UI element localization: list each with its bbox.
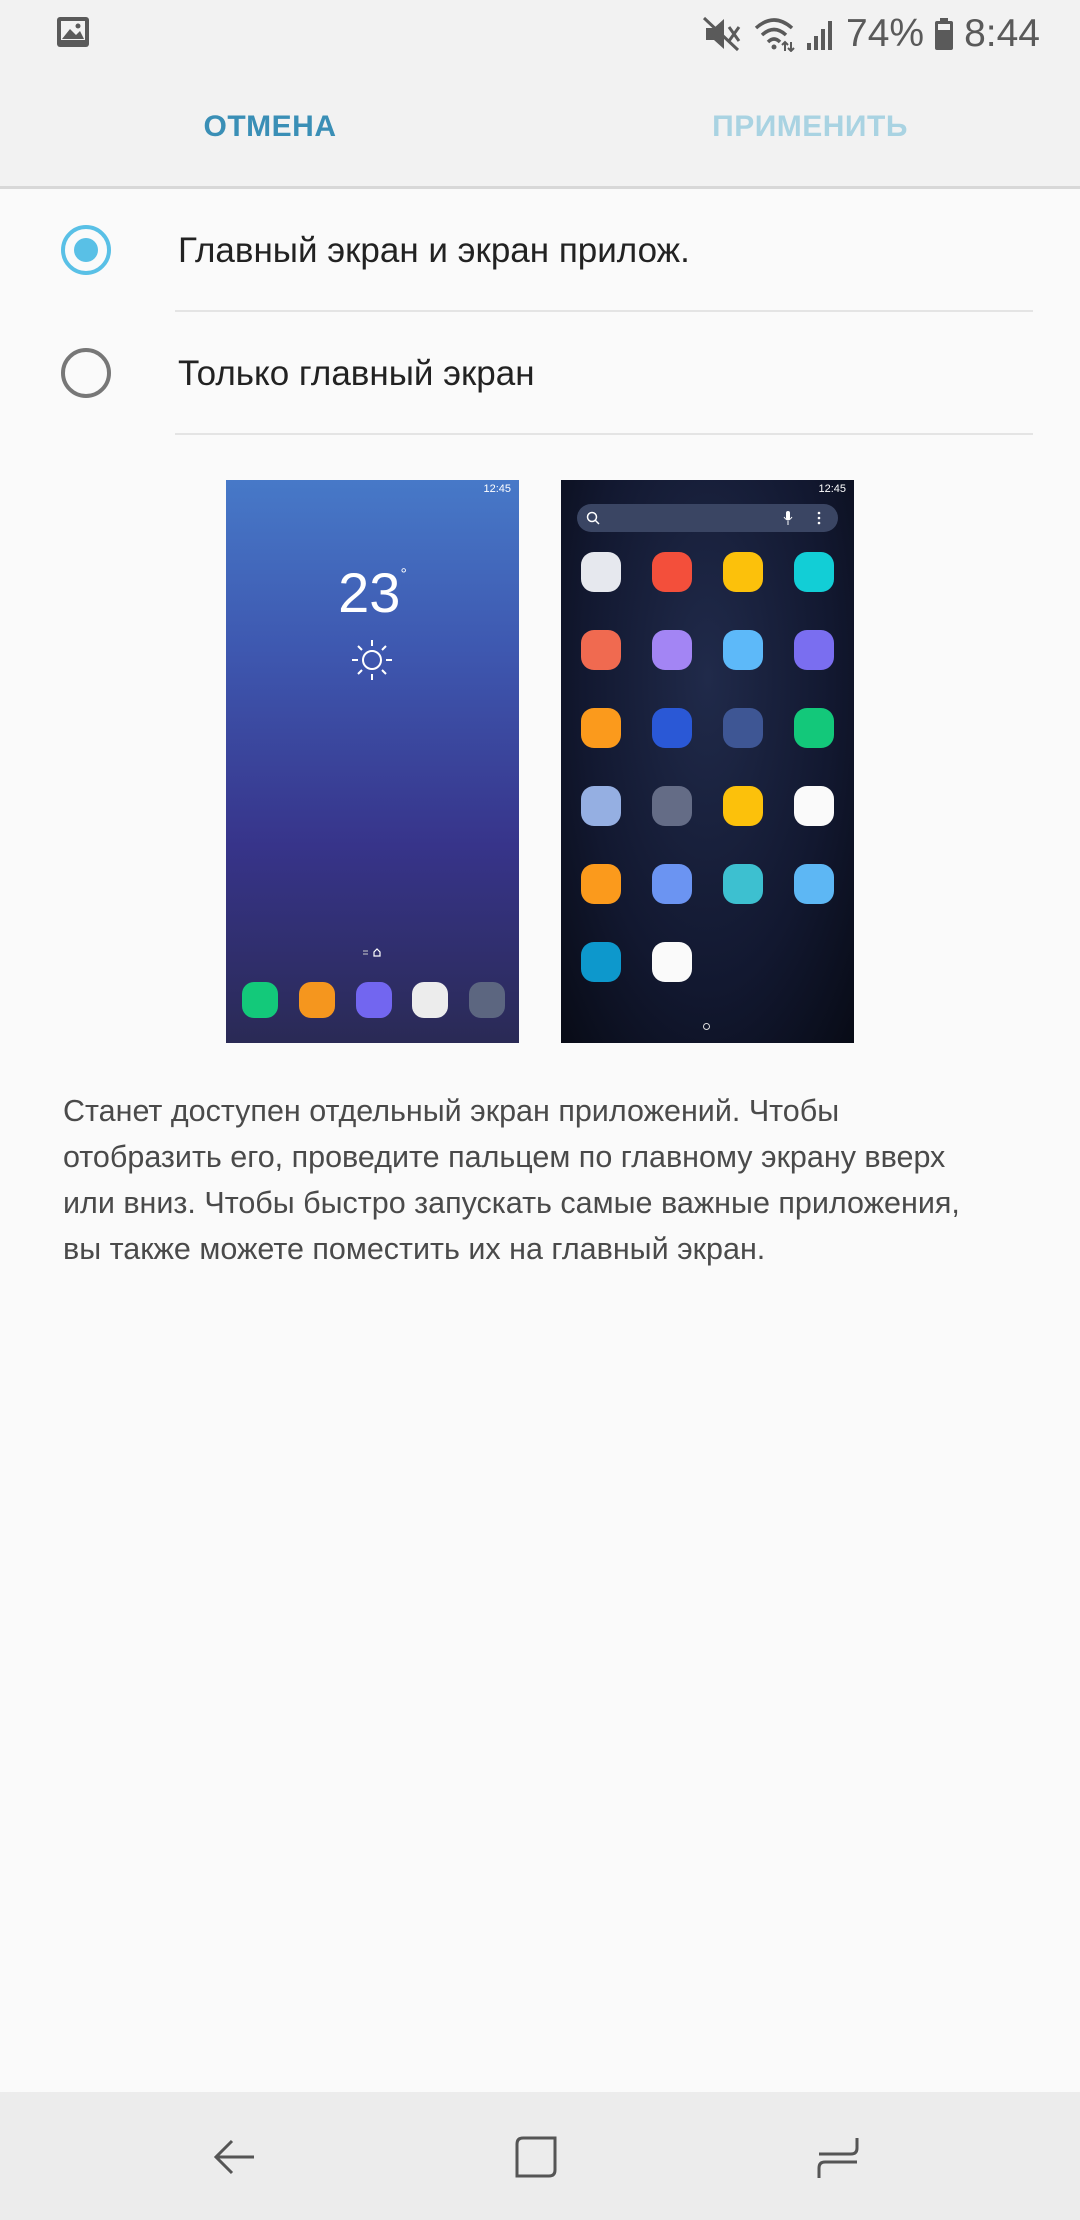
divider — [175, 433, 1033, 435]
description-text: Станет доступен отдельный экран приложен… — [63, 1094, 960, 1266]
app-icon — [581, 942, 621, 982]
gallery-icon — [57, 17, 89, 47]
app-icon — [723, 864, 763, 904]
app-icon — [723, 630, 763, 670]
status-bar: 74% 8:44 — [0, 0, 1080, 68]
page-indicator-icon — [363, 948, 381, 957]
cancel-button[interactable]: ОТМЕНА — [180, 68, 360, 186]
preview-status-time: 12:45 — [818, 483, 846, 495]
app-icon — [723, 708, 763, 748]
sun-icon — [352, 640, 392, 680]
option-home-and-apps[interactable]: Главный экран и экран прилож. — [0, 189, 1080, 312]
dock-app-icon — [355, 982, 392, 1018]
app-icon — [652, 708, 692, 748]
radio-button-unselected[interactable] — [61, 348, 111, 398]
app-icon — [794, 864, 834, 904]
home-screen-preview: 12:45 23° — [226, 480, 519, 1043]
app-icon — [581, 552, 621, 592]
app-icon — [581, 630, 621, 670]
app-icon — [581, 708, 621, 748]
app-icon — [794, 708, 834, 748]
page-indicator-icon — [703, 1023, 710, 1030]
preview-search-bar — [577, 504, 838, 532]
clock: 8:44 — [964, 12, 1040, 55]
dock-app-icon — [298, 982, 335, 1018]
app-icon — [794, 786, 834, 826]
microphone-icon — [783, 511, 793, 525]
temperature-value: 23 — [338, 561, 401, 624]
more-options-icon — [817, 511, 821, 525]
option-label: Главный экран и экран прилож. — [178, 231, 690, 270]
app-icon — [581, 864, 621, 904]
preview-status-time: 12:45 — [483, 483, 511, 495]
app-icon — [652, 630, 692, 670]
recents-icon[interactable] — [813, 2132, 863, 2182]
app-grid — [581, 552, 843, 982]
option-home-only[interactable]: Только главный экран — [0, 312, 1080, 435]
app-icon — [652, 552, 692, 592]
back-icon[interactable] — [210, 2132, 260, 2182]
signal-icon — [807, 21, 833, 50]
battery-percent: 74% — [846, 12, 925, 55]
degree-sign: ° — [400, 566, 407, 583]
app-icon — [794, 630, 834, 670]
app-icon — [652, 786, 692, 826]
search-icon — [586, 511, 600, 525]
app-icon — [794, 552, 834, 592]
dock-app-icon — [469, 982, 505, 1018]
app-icon — [723, 552, 763, 592]
mute-icon — [703, 16, 741, 52]
radio-button-selected[interactable] — [61, 225, 111, 275]
app-icon — [581, 786, 621, 826]
app-icon — [652, 864, 692, 904]
apps-screen-preview: 12:45 — [561, 480, 854, 1043]
option-label: Только главный экран — [178, 354, 535, 393]
home-icon[interactable] — [511, 2132, 561, 2182]
app-icon — [652, 942, 692, 982]
dock-app-icon — [242, 982, 278, 1018]
wifi-icon — [754, 18, 795, 52]
battery-icon — [935, 18, 954, 50]
apply-button[interactable]: ПРИМЕНИТЬ — [700, 68, 920, 186]
weather-temperature: 23° — [226, 560, 519, 625]
dock-app-icon — [412, 982, 449, 1018]
action-bar: ОТМЕНА ПРИМЕНИТЬ — [0, 68, 1080, 189]
dock — [242, 982, 505, 1018]
app-icon — [723, 786, 763, 826]
navigation-bar — [0, 2092, 1080, 2220]
